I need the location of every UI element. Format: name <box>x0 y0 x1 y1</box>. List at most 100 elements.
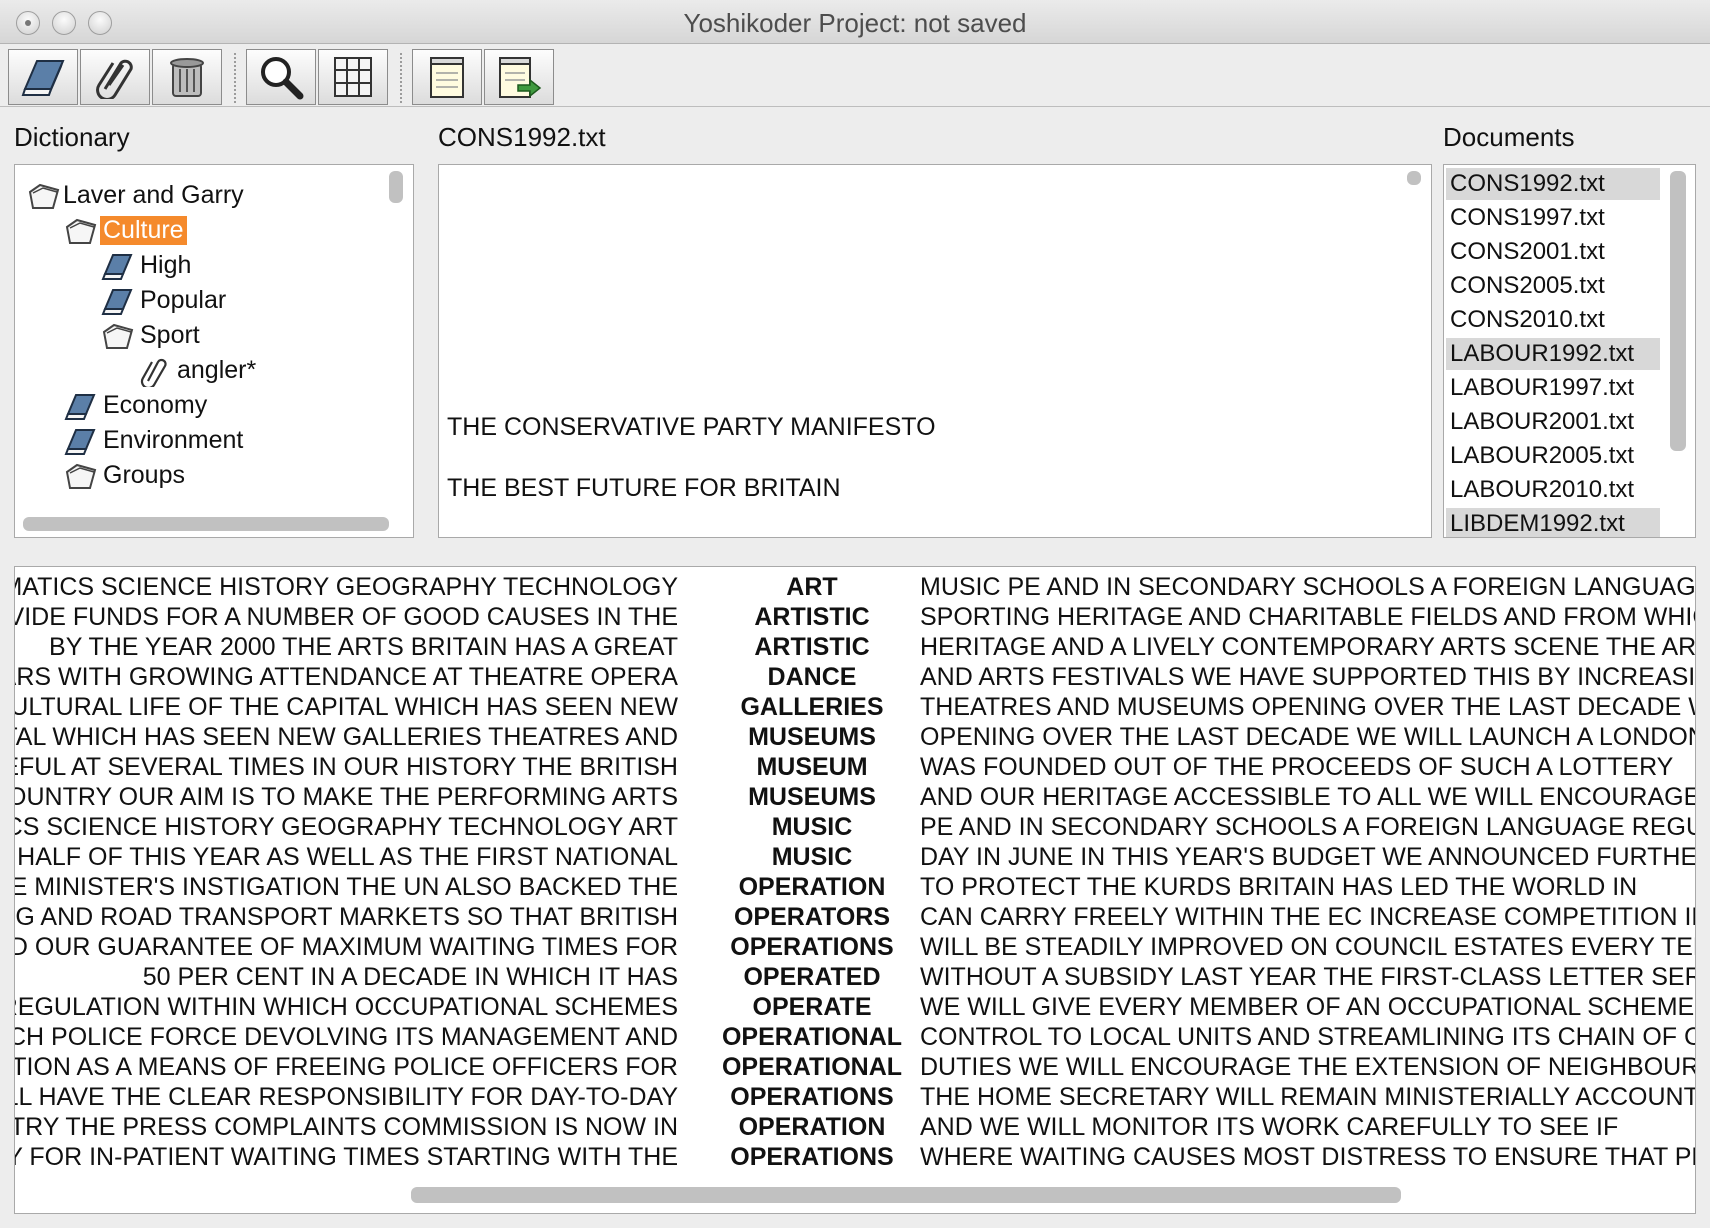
document-text-line: THE CONSERVATIVE PARTY MANIFESTO <box>447 413 936 441</box>
document-list-item[interactable]: LABOUR2005.txt <box>1446 440 1660 472</box>
tree-node[interactable]: Popular <box>15 284 375 320</box>
magnifier-icon <box>261 57 304 100</box>
title-bar: Yoshikoder Project: not saved <box>0 0 1710 44</box>
tree-node[interactable]: Groups <box>15 459 375 495</box>
concordance-row[interactable]: HALF OF THIS YEAR AS WELL AS THE FIRST N… <box>15 843 1695 873</box>
concordance-right-context: AND OUR HERITAGE ACCESSIBLE TO ALL WE WI… <box>920 783 1696 811</box>
concordance-right-context: PE AND IN SECONDARY SCHOOLS A FOREIGN LA… <box>920 813 1696 841</box>
concordance-button[interactable] <box>246 49 316 105</box>
document-list-item[interactable]: LABOUR1992.txt <box>1446 338 1660 370</box>
concordance-left-context: WILL HAVE THE CLEAR RESPONSIBILITY FOR D… <box>14 1083 678 1111</box>
tree-node[interactable]: Sport <box>15 319 375 355</box>
document-list-item[interactable]: LIBDEM1992.txt <box>1446 508 1660 537</box>
grid-icon <box>334 57 372 97</box>
concordance-left-context: NISATION AS A MEANS OF FREEING POLICE OF… <box>14 1053 678 1081</box>
concordance-row[interactable]: PRIME MINISTER'S INSTIGATION THE UN ALSO… <box>15 873 1665 903</box>
report-button[interactable] <box>412 49 482 105</box>
tree-node-label: angler* <box>177 356 257 384</box>
concordance-right-context: AND WE WILL MONITOR ITS WORK CAREFULLY T… <box>920 1113 1619 1141</box>
concordance-left-context: BY THE YEAR 2000 THE ARTS BRITAIN HAS A … <box>49 633 678 661</box>
concordance-row[interactable]: PROVIDE FUNDS FOR A NUMBER OF GOOD CAUSE… <box>14 603 1695 633</box>
concordance-row[interactable]: S CULTURAL LIFE OF THE CAPITAL WHICH HAS… <box>14 693 1695 723</box>
concordance-row[interactable]: CAPITAL WHICH HAS SEEN NEW GALLERIES THE… <box>14 723 1695 753</box>
tree-node[interactable]: Environment <box>15 424 375 460</box>
dictionary-tree[interactable]: Laver and Garry Culture High Popular Sport an… <box>14 164 414 538</box>
concordance-right-context: SPORTING HERITAGE AND CHARITABLE FIELDS … <box>920 603 1696 631</box>
document-list-item[interactable]: LABOUR1997.txt <box>1446 372 1660 404</box>
document-list-item[interactable]: CONS2005.txt <box>1446 270 1660 302</box>
dictionary-horizontal-scroll-thumb[interactable] <box>23 517 389 531</box>
dictionary-vertical-scroll-thumb[interactable] <box>389 171 403 203</box>
documents-vertical-scroll-thumb[interactable] <box>1670 171 1686 451</box>
concordance-right-context: DAY IN JUNE IN THIS YEAR'S BUDGET WE ANN… <box>920 843 1696 871</box>
concordance-right-context: AND ARTS FESTIVALS WE HAVE SUPPORTED THI… <box>920 663 1696 691</box>
concordance-left-context: PRIME MINISTER'S INSTIGATION THE UN ALSO… <box>14 873 678 901</box>
compare-button[interactable] <box>318 49 388 105</box>
concordance-row[interactable]: YEARS WITH GROWING ATTENDANCE AT THEATRE… <box>14 663 1695 693</box>
dictionary-button[interactable] <box>8 49 78 105</box>
concordance-row[interactable]: NISATION AS A MEANS OF FREEING POLICE OF… <box>14 1053 1695 1083</box>
concordance-right-context: TO PROTECT THE KURDS BRITAIN HAS LED THE… <box>920 873 1638 901</box>
document-text-area[interactable]: THE CONSERVATIVE PARTY MANIFESTO THE BES… <box>438 164 1432 538</box>
trash-icon <box>170 58 204 97</box>
export-notepad-icon <box>499 57 542 98</box>
tree-node-label: Groups <box>103 461 185 489</box>
concordance-left-context: AND OUR GUARANTEE OF MAXIMUM WAITING TIM… <box>14 933 678 961</box>
document-list-item[interactable]: LABOUR2010.txt <box>1446 474 1660 506</box>
tree-node-label: Environment <box>103 426 244 454</box>
concordance-row[interactable]: WILL HAVE THE CLEAR RESPONSIBILITY FOR D… <box>14 1083 1695 1113</box>
concordance-row[interactable]: EACH POLICE FORCE DEVOLVING ITS MANAGEME… <box>14 1023 1695 1053</box>
concordance-left-context: COUNTRY OUR AIM IS TO MAKE THE PERFORMIN… <box>14 783 678 811</box>
document-list-item[interactable]: CONS1992.txt <box>1446 168 1660 200</box>
concordance-left-context: D REGULATION WITHIN WHICH OCCUPATIONAL S… <box>14 993 678 1021</box>
folder-icon <box>64 462 98 499</box>
concordance-horizontal-scroll-thumb[interactable] <box>411 1187 1401 1203</box>
concordance-row[interactable]: USEFUL AT SEVERAL TIMES IN OUR HISTORY T… <box>14 753 1673 783</box>
concordance-left-context: PROVIDE FUNDS FOR A NUMBER OF GOOD CAUSE… <box>14 603 678 631</box>
document-list-item[interactable]: CONS1997.txt <box>1446 202 1660 234</box>
document-vertical-scroll-thumb[interactable] <box>1407 171 1421 185</box>
concordance-left-context: S CULTURAL LIFE OF THE CAPITAL WHICH HAS… <box>14 693 678 721</box>
concordance-table[interactable]: THEMATICS SCIENCE HISTORY GEOGRAPHY TECH… <box>14 566 1696 1214</box>
concordance-left-context: PING AND ROAD TRANSPORT MARKETS SO THAT … <box>14 903 678 931</box>
concordance-left-context: USEFUL AT SEVERAL TIMES IN OUR HISTORY T… <box>14 753 678 781</box>
concordance-row[interactable]: DUSTRY THE PRESS COMPLAINTS COMMISSION I… <box>15 1113 1665 1143</box>
concordance-left-context: CAPITAL WHICH HAS SEEN NEW GALLERIES THE… <box>14 723 678 751</box>
tree-node[interactable]: Laver and Garry <box>15 179 375 215</box>
concordance-right-context: THEATRES AND MUSEUMS OPENING OVER THE LA… <box>920 693 1696 721</box>
concordance-left-context: HALF OF THIS YEAR AS WELL AS THE FIRST N… <box>17 843 678 871</box>
concordance-row[interactable]: THEMATICS SCIENCE HISTORY GEOGRAPHY TECH… <box>15 573 1695 603</box>
document-list-item[interactable]: CONS2010.txt <box>1446 304 1660 336</box>
tree-node-label: Laver and Garry <box>63 181 244 209</box>
concordance-row[interactable]: BY THE YEAR 2000 THE ARTS BRITAIN HAS A … <box>15 633 1695 663</box>
concordance-left-context: DUSTRY THE PRESS COMPLAINTS COMMISSION I… <box>14 1113 678 1141</box>
tree-node-label: Culture <box>100 216 187 245</box>
tree-node[interactable]: Culture <box>15 214 375 250</box>
tree-node[interactable]: angler* <box>15 354 375 390</box>
concordance-row[interactable]: MATICS SCIENCE HISTORY GEOGRAPHY TECHNOL… <box>15 813 1695 843</box>
pattern-button[interactable] <box>80 49 150 105</box>
book-icon <box>21 60 65 96</box>
concordance-row[interactable]: COUNTRY OUR AIM IS TO MAKE THE PERFORMIN… <box>14 783 1695 813</box>
concordance-right-context: HERITAGE AND A LIVELY CONTEMPORARY ARTS … <box>920 633 1696 661</box>
concordance-left-context: YEARS WITH GROWING ATTENDANCE AT THEATRE… <box>14 663 678 691</box>
document-list-item[interactable]: LABOUR2001.txt <box>1446 406 1660 438</box>
concordance-row[interactable]: AND OUR GUARANTEE OF MAXIMUM WAITING TIM… <box>14 933 1695 963</box>
document-list-item[interactable]: CONS2001.txt <box>1446 236 1660 268</box>
concordance-left-context: 50 PER CENT IN A DECADE IN WHICH IT HAS <box>142 963 678 991</box>
concordance-right-context: MUSIC PE AND IN SECONDARY SCHOOLS A FORE… <box>920 573 1696 601</box>
delete-button[interactable] <box>152 49 222 105</box>
notepad-icon <box>430 57 464 98</box>
tree-node-label: Sport <box>140 321 200 349</box>
tree-node[interactable]: Economy <box>15 389 375 425</box>
concordance-row[interactable]: LY FOR IN-PATIENT WAITING TIMES STARTING… <box>15 1143 1695 1173</box>
tree-node[interactable]: High <box>15 249 375 285</box>
concordance-row[interactable]: 50 PER CENT IN A DECADE IN WHICH IT HAS O… <box>15 963 1695 993</box>
concordance-row[interactable]: PING AND ROAD TRANSPORT MARKETS SO THAT … <box>14 903 1695 933</box>
concordance-left-context: EACH POLICE FORCE DEVOLVING ITS MANAGEME… <box>14 1023 678 1051</box>
concordance-row[interactable]: D REGULATION WITHIN WHICH OCCUPATIONAL S… <box>14 993 1695 1023</box>
export-button[interactable] <box>484 49 554 105</box>
concordance-right-context: WITHOUT A SUBSIDY LAST YEAR THE FIRST-CL… <box>920 963 1696 991</box>
documents-list[interactable]: CONS1992.txt CONS1997.txt CONS2001.txt CONS… <box>1443 164 1696 538</box>
toolbar <box>0 45 1710 107</box>
